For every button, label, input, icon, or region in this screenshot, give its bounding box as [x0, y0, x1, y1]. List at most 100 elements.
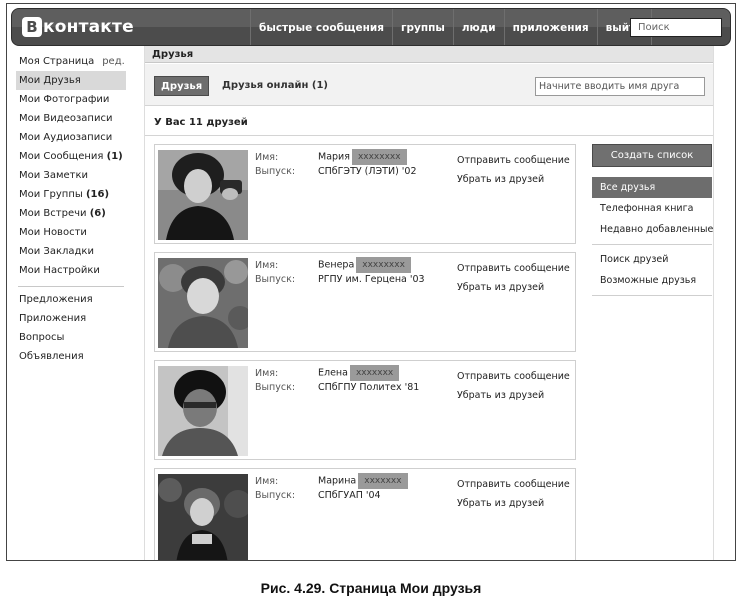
nav-groups[interactable]: группы [392, 9, 453, 45]
nav-people[interactable]: люди [452, 9, 504, 45]
send-message-link[interactable]: Отправить сообщение [457, 155, 570, 166]
friend-photo-image [158, 258, 248, 348]
friend-photo[interactable] [158, 258, 248, 348]
menu-item-label: Мои Заметки [19, 170, 89, 181]
menu-item-my-news[interactable]: Мои Новости [16, 223, 126, 242]
friend-name[interactable]: Марина xxxxxxx [318, 473, 408, 489]
edit-link[interactable]: ред. [102, 56, 125, 67]
caption-prefix: Рис. 4.29. Страница [260, 580, 401, 596]
friend-name[interactable]: Мария xxxxxxxx [318, 149, 407, 165]
menu-item-label: Мои Сообщения [19, 151, 104, 162]
friend-card: Имя: Выпуск: Венера xxxxxxxx РГПУ им. Гер… [154, 252, 576, 352]
link-possible-friends[interactable]: Возможные друзья [592, 270, 712, 291]
send-message-link[interactable]: Отправить сообщение [457, 479, 570, 490]
friend-photo[interactable] [158, 150, 248, 240]
browser-page: B контакте быстрые сообщения группы люди… [6, 3, 736, 561]
menu-item-my-bookmarks[interactable]: Мои Закладки [16, 242, 126, 261]
graduation-label: Выпуск: [255, 490, 296, 501]
friend-photo-image [158, 474, 248, 560]
left-menu: Моя Страница ред. Мои Друзья Мои Фотограф… [16, 52, 126, 366]
graduation-label: Выпуск: [255, 274, 296, 285]
menu-item-my-events[interactable]: Мои Встречи (6) [16, 204, 126, 223]
menu-item-my-audio[interactable]: Мои Аудиозаписи [16, 128, 126, 147]
menu-item-my-photos[interactable]: Мои Фотографии [16, 90, 126, 109]
friend-card: Имя: Выпуск: Елена xxxxxxx СПбГПУ Политех… [154, 360, 576, 460]
friend-graduation[interactable]: СПбГУАП '04 [318, 490, 381, 501]
group-count: (16) [85, 189, 110, 200]
vkontakte-logo[interactable]: B контакте [22, 15, 134, 39]
first-name: Мария [318, 151, 350, 163]
name-label: Имя: [255, 368, 279, 379]
menu-item-label: Мои Группы [19, 189, 83, 200]
logo-letter-box: B [22, 17, 42, 37]
send-message-link[interactable]: Отправить сообщение [457, 371, 570, 382]
send-message-link[interactable]: Отправить сообщение [457, 263, 570, 274]
menu-item-label: Мои Фотографии [19, 94, 110, 105]
menu-item-my-settings[interactable]: Мои Настройки [16, 261, 126, 280]
friend-photo[interactable] [158, 474, 248, 560]
friend-graduation[interactable]: РГПУ им. Герцена '03 [318, 274, 425, 285]
remove-friend-link[interactable]: Убрать из друзей [457, 498, 544, 509]
tab-friends[interactable]: Друзья [154, 76, 210, 96]
friend-graduation[interactable]: СПбГПУ Политех '81 [318, 382, 419, 393]
event-count: (6) [89, 208, 106, 219]
friend-graduation[interactable]: СПбГЭТУ (ЛЭТИ) '02 [318, 166, 417, 177]
menu-item-label: Мои Аудиозаписи [19, 132, 113, 143]
top-nav: быстрые сообщения группы люди приложения… [250, 9, 652, 45]
name-label: Имя: [255, 260, 279, 271]
remove-friend-link[interactable]: Убрать из друзей [457, 390, 544, 401]
list-recently-added[interactable]: Недавно добавленные [592, 219, 713, 240]
caption-title: Мои друзья [400, 580, 482, 596]
friend-name[interactable]: Венера xxxxxxxx [318, 257, 411, 273]
menu-item-apps[interactable]: Приложения [16, 309, 126, 328]
nav-quick-messages[interactable]: быстрые сообщения [250, 9, 392, 45]
menu-item-label: Мои Новости [19, 227, 87, 238]
menu-item-my-friends[interactable]: Мои Друзья [16, 71, 126, 90]
first-name: Елена [318, 367, 348, 379]
menu-item-questions[interactable]: Вопросы [16, 328, 126, 347]
menu-item-ads[interactable]: Объявления [16, 347, 126, 366]
tab-friends-online[interactable]: Друзья онлайн (1) [222, 76, 328, 96]
menu-item-my-page[interactable]: Моя Страница ред. [16, 52, 126, 71]
name-label: Имя: [255, 152, 279, 163]
figure-caption: Рис. 4.29. Страница Мои друзья [0, 580, 742, 596]
list-all-friends[interactable]: Все друзья [592, 177, 712, 198]
my-page-label[interactable]: Моя Страница [19, 56, 94, 67]
friends-content: Друзья Друзья Друзья онлайн (1) Начните … [144, 46, 714, 560]
top-header-bar: B контакте быстрые сообщения группы люди… [11, 8, 731, 46]
friend-name[interactable]: Елена xxxxxxx [318, 365, 400, 381]
surname-redacted: xxxxxxx [349, 365, 400, 381]
create-list-button[interactable]: Создать список [592, 144, 712, 167]
menu-item-my-messages[interactable]: Мои Сообщения (1) [16, 147, 126, 166]
sidebar-divider [592, 295, 712, 296]
friend-search-input[interactable]: Начните вводить имя друга [535, 77, 705, 96]
section-title: Друзья [145, 46, 713, 63]
search-input[interactable]: Поиск [630, 18, 722, 37]
divider [145, 135, 713, 136]
first-name: Венера [318, 259, 355, 271]
list-phone-book[interactable]: Телефонная книга [592, 198, 712, 219]
menu-item-label: Мои Настройки [19, 265, 100, 276]
friends-count: У Вас 11 друзей [154, 117, 248, 128]
link-find-friends[interactable]: Поиск друзей [592, 249, 712, 270]
surname-redacted: xxxxxxx [358, 473, 408, 489]
menu-item-my-videos[interactable]: Мои Видеозаписи [16, 109, 126, 128]
menu-item-my-notes[interactable]: Мои Заметки [16, 166, 126, 185]
remove-friend-link[interactable]: Убрать из друзей [457, 282, 544, 293]
graduation-label: Выпуск: [255, 382, 296, 393]
remove-friend-link[interactable]: Убрать из друзей [457, 174, 544, 185]
name-label: Имя: [255, 476, 279, 487]
friend-photo[interactable] [158, 366, 248, 456]
friend-photo-image [158, 150, 248, 240]
friend-photo-image [158, 366, 248, 456]
menu-item-label: Мои Друзья [19, 75, 81, 86]
friends-sidebar: Создать список Все друзья Телефонная кни… [592, 144, 713, 300]
first-name: Марина [318, 475, 357, 487]
friends-tabs-bar: Друзья Друзья онлайн (1) Начните вводить… [145, 64, 713, 106]
surname-redacted: xxxxxxxx [356, 257, 411, 273]
nav-applications[interactable]: приложения [503, 9, 597, 45]
menu-item-offers[interactable]: Предложения [16, 290, 126, 309]
menu-item-my-groups[interactable]: Мои Группы (16) [16, 185, 126, 204]
friend-card: Имя: Выпуск: Мария xxxxxxxx СПбГЭТУ (ЛЭТИ… [154, 144, 576, 244]
